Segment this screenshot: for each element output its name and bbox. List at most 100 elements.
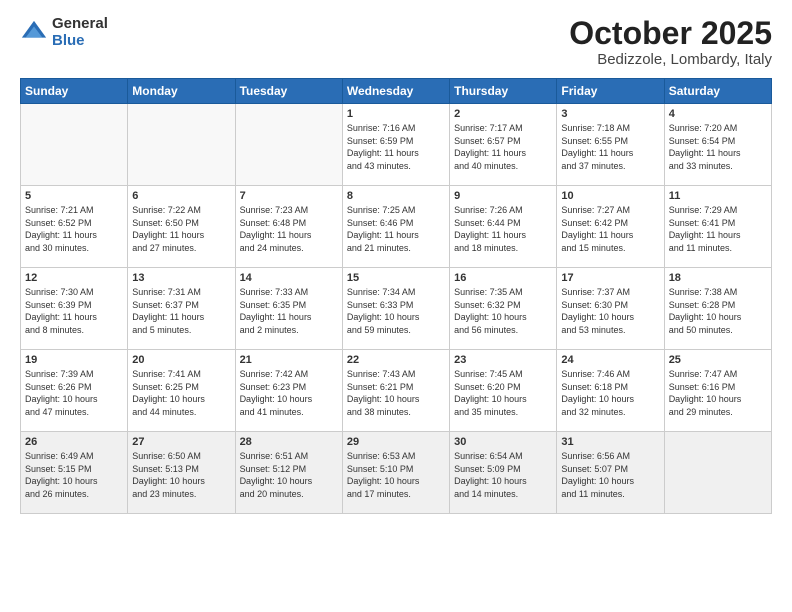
day-info: Sunrise: 7:17 AMSunset: 6:57 PMDaylight:… [454,122,552,172]
day-number: 24 [561,354,659,366]
day-number: 20 [132,354,230,366]
calendar-cell: 15 Sunrise: 7:34 AMSunset: 6:33 PMDayligh… [342,268,449,350]
calendar-cell: 27Sunrise: 6:50 AMSunset: 5:13 PMDayligh… [128,432,235,514]
day-number: 21 [240,354,338,366]
calendar-cell: 8Sunrise: 7:25 AMSunset: 6:46 PMDaylight… [342,186,449,268]
day-info: Sunrise: 7:18 AMSunset: 6:55 PMDaylight:… [561,122,659,172]
day-info: Sunrise: 7:21 AMSunset: 6:52 PMDaylight:… [25,204,123,254]
day-info: Sunrise: 7:22 AMSunset: 6:50 PMDaylight:… [132,204,230,254]
day-info: Sunrise: 7:39 AMSunset: 6:26 PMDaylight:… [25,368,123,418]
day-info: Sunrise: 7:43 AMSunset: 6:21 PMDaylight:… [347,368,445,418]
calendar-cell: 6 Sunrise: 7:22 AMSunset: 6:50 PMDaylight… [128,186,235,268]
day-info: Sunrise: 7:29 AMSunset: 6:41 PMDaylight:… [669,204,767,254]
day-info: Sunrise: 7:16 AMSunset: 6:59 PMDaylight:… [347,122,445,172]
day-number: 15 [347,272,445,284]
calendar-cell: 24 Sunrise: 7:46 AMSunset: 6:18 PMDayligh… [557,350,664,432]
calendar-cell: 1Sunrise: 7:16 AMSunset: 6:59 PMDaylight… [342,104,449,186]
day-info: Sunrise: 7:31 AMSunset: 6:37 PMDaylight:… [132,286,230,336]
calendar-week-1: 1Sunrise: 7:16 AMSunset: 6:59 PMDaylight… [21,104,772,186]
day-info: Sunrise: 7:23 AMSunset: 6:48 PMDaylight:… [240,204,338,254]
calendar-cell: 20 Sunrise: 7:41 AMSunset: 6:25 PMDayligh… [128,350,235,432]
calendar-cell: 2Sunrise: 7:17 AMSunset: 6:57 PMDaylight… [450,104,557,186]
day-number: 13 [132,272,230,284]
day-number: 11 [669,190,767,202]
calendar-cell: 9 Sunrise: 7:26 AMSunset: 6:44 PMDaylight… [450,186,557,268]
day-number: 4 [669,108,767,120]
title-location: Bedizzole, Lombardy, Italy [569,51,772,68]
day-info: Sunrise: 6:51 AMSunset: 5:12 PMDaylight:… [240,450,338,500]
weekday-header-thursday: Thursday [450,79,557,104]
calendar-cell: 19Sunrise: 7:39 AMSunset: 6:26 PMDayligh… [21,350,128,432]
calendar-cell: 3 Sunrise: 7:18 AMSunset: 6:55 PMDaylight… [557,104,664,186]
day-info: Sunrise: 7:46 AMSunset: 6:18 PMDaylight:… [561,368,659,418]
weekday-header-row: SundayMondayTuesdayWednesdayThursdayFrid… [21,79,772,104]
calendar-cell [664,432,771,514]
day-info: Sunrise: 6:53 AMSunset: 5:10 PMDaylight:… [347,450,445,500]
weekday-header-tuesday: Tuesday [235,79,342,104]
calendar-week-3: 12Sunrise: 7:30 AMSunset: 6:39 PMDayligh… [21,268,772,350]
day-number: 23 [454,354,552,366]
calendar-cell: 10Sunrise: 7:27 AMSunset: 6:42 PMDayligh… [557,186,664,268]
day-info: Sunrise: 7:37 AMSunset: 6:30 PMDaylight:… [561,286,659,336]
day-number: 28 [240,436,338,448]
calendar-cell: 31 Sunrise: 6:56 AMSunset: 5:07 PMDayligh… [557,432,664,514]
header: General Blue October 2025 Bedizzole, Lom… [20,16,772,68]
day-number: 18 [669,272,767,284]
calendar-cell: 30 Sunrise: 6:54 AMSunset: 5:09 PMDayligh… [450,432,557,514]
weekday-header-friday: Friday [557,79,664,104]
day-info: Sunrise: 6:56 AMSunset: 5:07 PMDaylight:… [561,450,659,500]
day-number: 3 [561,108,659,120]
logo-blue: Blue [52,33,108,50]
calendar-cell: 4 Sunrise: 7:20 AMSunset: 6:54 PMDaylight… [664,104,771,186]
day-info: Sunrise: 7:47 AMSunset: 6:16 PMDaylight:… [669,368,767,418]
calendar-cell: 11 Sunrise: 7:29 AMSunset: 6:41 PMDayligh… [664,186,771,268]
calendar-table: SundayMondayTuesdayWednesdayThursdayFrid… [20,78,772,514]
logo: General Blue [20,16,108,49]
calendar-cell: 16Sunrise: 7:35 AMSunset: 6:32 PMDayligh… [450,268,557,350]
calendar-week-2: 5 Sunrise: 7:21 AMSunset: 6:52 PMDaylight… [21,186,772,268]
calendar-cell: 17 Sunrise: 7:37 AMSunset: 6:30 PMDayligh… [557,268,664,350]
calendar-cell: 23Sunrise: 7:45 AMSunset: 6:20 PMDayligh… [450,350,557,432]
calendar-week-5: 26 Sunrise: 6:49 AMSunset: 5:15 PMDayligh… [21,432,772,514]
day-number: 17 [561,272,659,284]
day-info: Sunrise: 6:54 AMSunset: 5:09 PMDaylight:… [454,450,552,500]
weekday-header-monday: Monday [128,79,235,104]
title-month: October 2025 [569,16,772,51]
calendar-cell: 18 Sunrise: 7:38 AMSunset: 6:28 PMDayligh… [664,268,771,350]
calendar-cell: 12Sunrise: 7:30 AMSunset: 6:39 PMDayligh… [21,268,128,350]
calendar-cell: 13 Sunrise: 7:31 AMSunset: 6:37 PMDayligh… [128,268,235,350]
day-number: 5 [25,190,123,202]
calendar-cell: 29 Sunrise: 6:53 AMSunset: 5:10 PMDayligh… [342,432,449,514]
calendar-cell: 7Sunrise: 7:23 AMSunset: 6:48 PMDaylight… [235,186,342,268]
day-info: Sunrise: 6:49 AMSunset: 5:15 PMDaylight:… [25,450,123,500]
day-info: Sunrise: 6:50 AMSunset: 5:13 PMDaylight:… [132,450,230,500]
day-number: 26 [25,436,123,448]
day-number: 10 [561,190,659,202]
day-info: Sunrise: 7:38 AMSunset: 6:28 PMDaylight:… [669,286,767,336]
calendar-cell [235,104,342,186]
calendar-cell: 28 Sunrise: 6:51 AMSunset: 5:12 PMDayligh… [235,432,342,514]
day-info: Sunrise: 7:20 AMSunset: 6:54 PMDaylight:… [669,122,767,172]
day-number: 9 [454,190,552,202]
title-block: October 2025 Bedizzole, Lombardy, Italy [569,16,772,68]
day-info: Sunrise: 7:26 AMSunset: 6:44 PMDaylight:… [454,204,552,254]
day-number: 31 [561,436,659,448]
day-info: Sunrise: 7:30 AMSunset: 6:39 PMDaylight:… [25,286,123,336]
day-number: 30 [454,436,552,448]
page: General Blue October 2025 Bedizzole, Lom… [0,0,792,612]
logo-icon [20,19,48,47]
day-info: Sunrise: 7:42 AMSunset: 6:23 PMDaylight:… [240,368,338,418]
day-info: Sunrise: 7:34 AMSunset: 6:33 PMDaylight:… [347,286,445,336]
day-number: 29 [347,436,445,448]
day-number: 6 [132,190,230,202]
calendar-cell [128,104,235,186]
day-info: Sunrise: 7:33 AMSunset: 6:35 PMDaylight:… [240,286,338,336]
calendar-cell: 5 Sunrise: 7:21 AMSunset: 6:52 PMDaylight… [21,186,128,268]
weekday-header-saturday: Saturday [664,79,771,104]
calendar-cell: 25Sunrise: 7:47 AMSunset: 6:16 PMDayligh… [664,350,771,432]
day-number: 16 [454,272,552,284]
day-info: Sunrise: 7:41 AMSunset: 6:25 PMDaylight:… [132,368,230,418]
calendar-cell: 21 Sunrise: 7:42 AMSunset: 6:23 PMDayligh… [235,350,342,432]
logo-general: General [52,16,108,33]
calendar-cell: 26 Sunrise: 6:49 AMSunset: 5:15 PMDayligh… [21,432,128,514]
